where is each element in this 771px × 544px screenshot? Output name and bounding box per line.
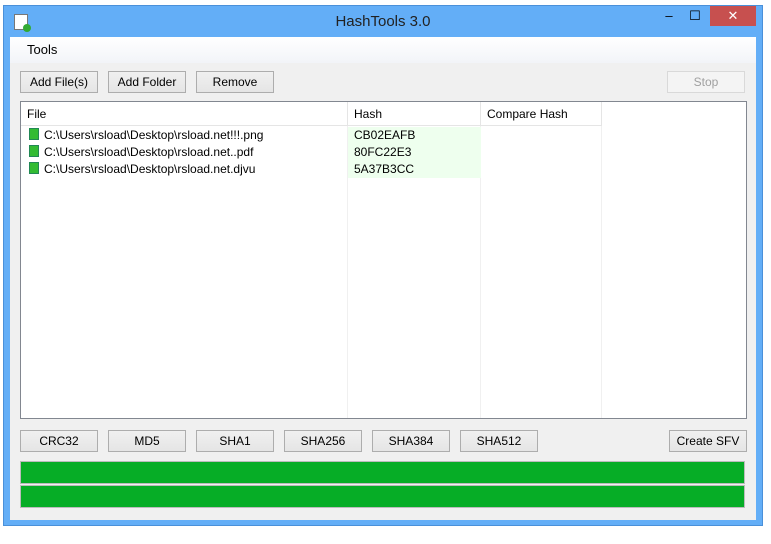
sha256-button[interactable]: SHA256 — [284, 430, 362, 452]
list-row[interactable]: C:\Users\rsload\Desktop\rsload.net.djvu … — [21, 161, 746, 178]
list-row[interactable]: C:\Users\rsload\Desktop\rsload.net..pdf … — [21, 144, 746, 161]
total-progress-bar — [20, 485, 745, 508]
file-progress-bar — [20, 461, 745, 484]
hash-value: 5A37B3CC — [348, 161, 481, 178]
main-window: HashTools 3.0 ‒ ☐ ✕ Tools Add File(s) Ad… — [3, 5, 763, 526]
list-row[interactable]: C:\Users\rsload\Desktop\rsload.net!!!.pn… — [21, 127, 746, 144]
window-title: HashTools 3.0 — [335, 13, 431, 30]
create-sfv-button[interactable]: Create SFV — [669, 430, 747, 452]
remove-button[interactable]: Remove — [196, 71, 274, 93]
maximize-button[interactable]: ☐ — [682, 6, 708, 26]
sha1-button[interactable]: SHA1 — [196, 430, 274, 452]
client-area: Tools Add File(s) Add Folder Remove Stop… — [10, 37, 756, 520]
column-compare-hash[interactable]: Compare Hash — [481, 102, 602, 126]
hash-value: CB02EAFB — [348, 127, 481, 144]
status-icon — [29, 162, 39, 174]
md5-button[interactable]: MD5 — [108, 430, 186, 452]
file-path: C:\Users\rsload\Desktop\rsload.net.djvu — [44, 162, 256, 176]
file-path: C:\Users\rsload\Desktop\rsload.net..pdf — [44, 145, 254, 159]
status-icon — [29, 128, 39, 140]
menu-bar: Tools — [10, 37, 756, 63]
add-folder-button[interactable]: Add Folder — [108, 71, 186, 93]
hash-value: 80FC22E3 — [348, 144, 481, 161]
add-files-button[interactable]: Add File(s) — [20, 71, 98, 93]
minimize-button[interactable]: ‒ — [656, 6, 682, 26]
sha512-button[interactable]: SHA512 — [460, 430, 538, 452]
menu-tools[interactable]: Tools — [27, 42, 57, 57]
crc32-button[interactable]: CRC32 — [20, 430, 98, 452]
status-icon — [29, 145, 39, 157]
close-button[interactable]: ✕ — [710, 6, 756, 26]
column-hash[interactable]: Hash — [348, 102, 481, 126]
stop-button[interactable]: Stop — [667, 71, 745, 93]
file-path: C:\Users\rsload\Desktop\rsload.net!!!.pn… — [44, 128, 264, 142]
column-file[interactable]: File — [21, 102, 348, 126]
sha384-button[interactable]: SHA384 — [372, 430, 450, 452]
file-list[interactable]: File Hash Compare Hash C:\Users\rsload\D… — [20, 101, 747, 419]
